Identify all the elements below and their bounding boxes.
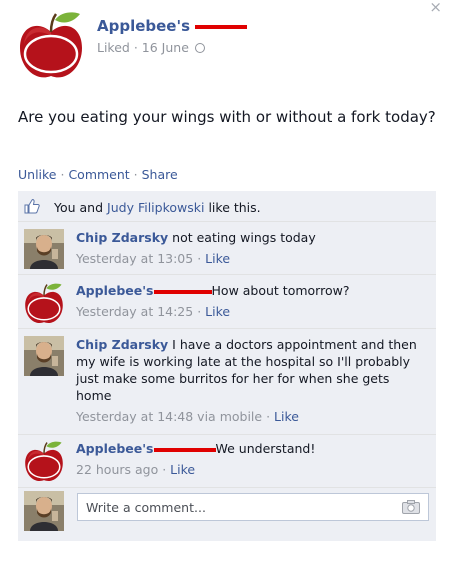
status-text: Are you eating your wings with or withou… — [18, 108, 436, 126]
page-name-link[interactable]: Applebee's — [97, 17, 248, 35]
comment-author[interactable]: Chip Zdarsky — [76, 230, 168, 245]
likes-summary: You and Judy Filipkowski like this. — [54, 200, 261, 215]
comment-time[interactable]: Yesterday at 14:25 — [76, 304, 193, 319]
comment-author[interactable]: Applebee's — [76, 441, 154, 456]
comment-item: Chip Zdarsky I have a doctors appointmen… — [18, 330, 436, 435]
share-link[interactable]: Share — [142, 167, 178, 182]
likes-row: You and Judy Filipkowski like this. — [18, 191, 436, 222]
comment-author[interactable]: Chip Zdarsky — [76, 337, 168, 352]
comment-time[interactable]: Yesterday at 13:05 — [76, 251, 193, 266]
post-header: Applebee's Liked · 16 June — [18, 10, 438, 84]
avatar — [24, 491, 64, 531]
post-actions: Unlike · Comment · Share — [18, 167, 178, 182]
redaction-mark — [153, 447, 216, 452]
post-meta: Liked · 16 June — [97, 40, 205, 55]
comment-text: not eating wings today — [172, 230, 316, 245]
apple-logo-icon[interactable] — [24, 282, 64, 326]
globe-icon — [194, 43, 205, 53]
comment-like-link[interactable]: Like — [205, 304, 230, 319]
comment-time[interactable]: 22 hours ago — [76, 462, 158, 477]
camera-icon[interactable] — [402, 500, 420, 514]
unlike-link[interactable]: Unlike — [18, 167, 57, 182]
avatar[interactable] — [24, 229, 64, 269]
post-date[interactable]: 16 June — [142, 40, 189, 55]
comment-item: Chip Zdarsky not eating wings today Yest… — [18, 223, 436, 275]
comments-panel: You and Judy Filipkowski like this. Chip… — [18, 191, 436, 541]
avatar[interactable] — [24, 336, 64, 376]
write-comment-input[interactable]: Write a comment... — [77, 493, 429, 521]
thumbs-up-icon — [24, 199, 40, 214]
comment-link[interactable]: Comment — [68, 167, 129, 182]
redaction-mark — [153, 289, 212, 294]
liker-link[interactable]: Judy Filipkowski — [107, 200, 204, 215]
comment-item: Applebee's We understand! 22 hours ago · … — [18, 436, 436, 488]
comment-item: Applebee's How about tomorrow? Yesterday … — [18, 276, 436, 329]
comment-time[interactable]: Yesterday at 14:48 via mobile — [76, 409, 262, 424]
comment-like-link[interactable]: Like — [205, 251, 230, 266]
comment-like-link[interactable]: Like — [274, 409, 299, 424]
apple-logo-icon[interactable] — [24, 440, 64, 484]
redaction-mark — [195, 24, 248, 29]
comment-author[interactable]: Applebee's — [76, 283, 154, 298]
comment-like-link[interactable]: Like — [170, 462, 195, 477]
comment-text: We understand! — [215, 441, 316, 456]
comment-text: How about tomorrow? — [211, 283, 350, 298]
apple-logo-icon[interactable] — [18, 10, 84, 82]
